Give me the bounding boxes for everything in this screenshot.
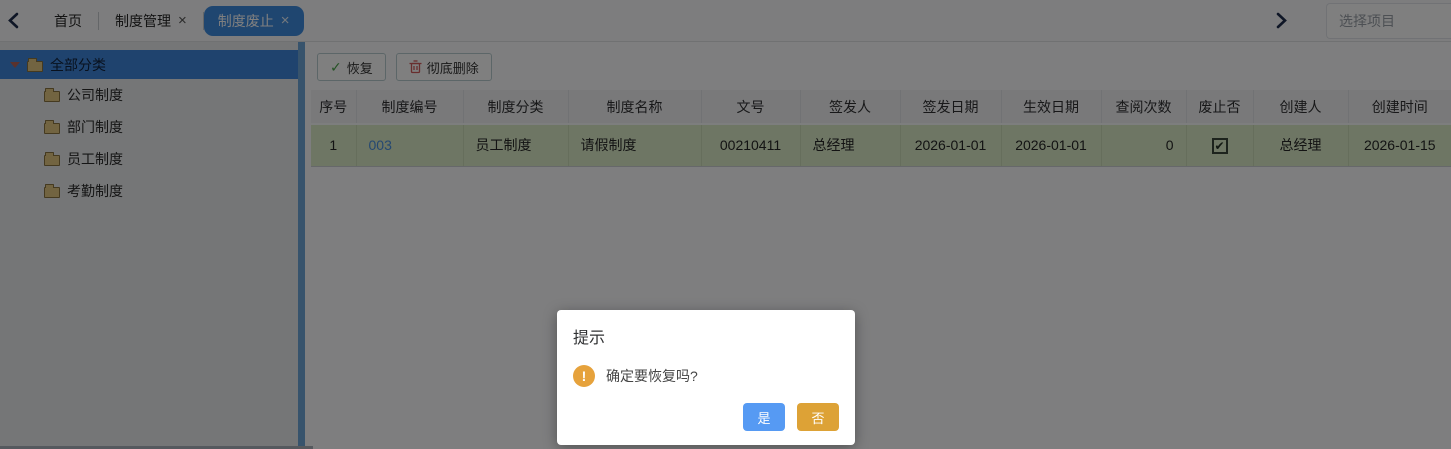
warning-icon: ! <box>573 365 595 387</box>
app-window: 首页 制度管理 × 制度废止 × 全部分类 <box>0 0 1451 449</box>
dialog-message: 确定要恢复吗? <box>606 366 698 386</box>
dialog-body: ! 确定要恢复吗? <box>573 365 839 387</box>
no-button[interactable]: 否 <box>797 403 839 431</box>
yes-button[interactable]: 是 <box>743 403 785 431</box>
dialog-title: 提示 <box>573 324 839 348</box>
confirm-dialog: 提示 ! 确定要恢复吗? 是 否 <box>557 310 855 445</box>
dialog-footer: 是 否 <box>743 403 839 431</box>
